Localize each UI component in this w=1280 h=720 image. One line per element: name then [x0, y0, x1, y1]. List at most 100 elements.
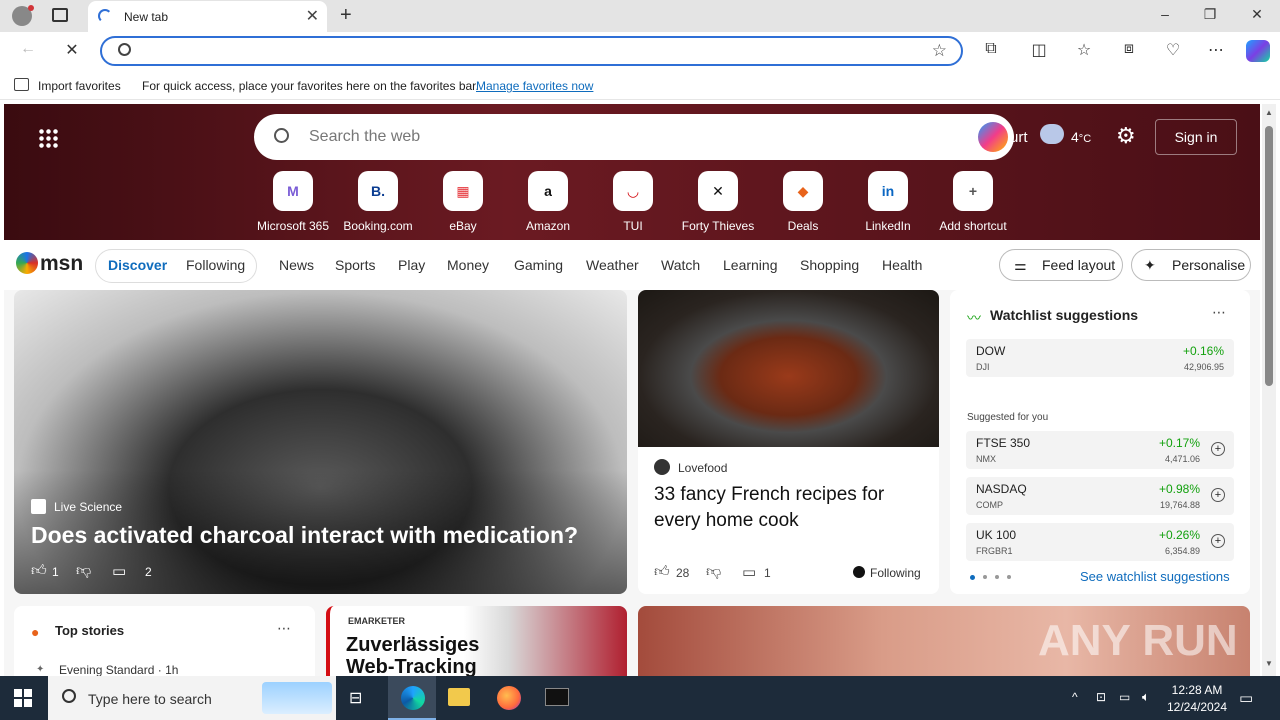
edge-taskbar-icon[interactable]: [388, 676, 436, 720]
favorite-star-icon[interactable]: ☆: [932, 41, 947, 61]
carousel-dot[interactable]: [995, 575, 999, 579]
clock-date[interactable]: 12/24/2024: [1162, 700, 1232, 714]
hero-news-card[interactable]: Live Science Does activated charcoal int…: [14, 290, 627, 594]
back-icon[interactable]: ←: [17, 40, 39, 58]
shortcut-ebay[interactable]: ▦ eBay: [420, 171, 506, 233]
taskbar-search-box[interactable]: Type here to search: [48, 676, 336, 720]
shortcut-booking-com[interactable]: B. Booking.com: [335, 171, 421, 233]
tab-discover[interactable]: Discover: [108, 257, 167, 273]
nav-weather[interactable]: Weather: [586, 257, 639, 273]
following-label[interactable]: Following: [870, 566, 921, 580]
add-to-watchlist-icon[interactable]: +: [1211, 488, 1225, 502]
task-view-icon[interactable]: ⊟: [349, 688, 362, 708]
watchlist-main-row[interactable]: DOW DJI +0.16% 42,906.95: [966, 339, 1234, 377]
page-scrollbar[interactable]: ▲ ▼: [1262, 104, 1276, 676]
food-news-card[interactable]: Lovefood 33 fancy French recipes for eve…: [638, 290, 939, 594]
nav-sports[interactable]: Sports: [335, 257, 375, 273]
nav-shopping[interactable]: Shopping: [800, 257, 859, 273]
favorites-icon[interactable]: ☆: [1073, 40, 1095, 60]
web-search-box[interactable]: Search the web: [254, 114, 1014, 160]
weather-location[interactable]: urt: [1010, 129, 1028, 146]
tray-chevron-icon[interactable]: ^: [1072, 690, 1078, 704]
notifications-icon[interactable]: ▭: [1239, 689, 1253, 707]
scroll-down-arrow[interactable]: ▼: [1265, 659, 1273, 668]
nav-news[interactable]: News: [279, 257, 314, 273]
extensions-icon[interactable]: ⧉: [980, 40, 1002, 58]
carousel-dot[interactable]: [983, 575, 987, 579]
like-icon[interactable]: 👍︎: [654, 563, 670, 581]
firefox-icon[interactable]: [497, 686, 521, 710]
shortcut-linkedin[interactable]: in LinkedIn: [845, 171, 931, 233]
more-options-icon[interactable]: ⋯: [277, 620, 291, 637]
dislike-icon[interactable]: 👎︎: [706, 563, 721, 581]
story-source[interactable]: Evening Standard · 1h: [59, 663, 178, 676]
carousel-dots[interactable]: [970, 575, 1011, 581]
sign-in-button[interactable]: Sign in: [1155, 119, 1237, 155]
nav-learning[interactable]: Learning: [723, 257, 778, 273]
tab-new-tab[interactable]: New tab ✕: [88, 1, 327, 32]
import-favorites-button[interactable]: Import favorites: [38, 79, 121, 93]
news-image-card[interactable]: ANY RUN: [638, 606, 1250, 676]
shortcut-deals[interactable]: ◆ Deals: [760, 171, 846, 233]
ad-card[interactable]: EMARKETER Zuverlässiges Web-Tracking: [326, 606, 627, 676]
card-title[interactable]: 33 fancy French recipes for every home c…: [654, 482, 924, 534]
nav-gaming[interactable]: Gaming: [514, 257, 563, 273]
close-tab-icon[interactable]: ✕: [306, 6, 319, 26]
carousel-dot[interactable]: [1007, 575, 1011, 579]
shortcut-add-shortcut[interactable]: + Add shortcut: [930, 171, 1016, 233]
shortcut-amazon[interactable]: a Amazon: [505, 171, 591, 233]
browser-essentials-icon[interactable]: ♡: [1162, 40, 1184, 60]
tab-following[interactable]: Following: [186, 257, 245, 273]
card-source[interactable]: Lovefood: [678, 461, 727, 475]
tray-device-icon[interactable]: ⊡: [1096, 690, 1106, 704]
shortcut-forty-thieves[interactable]: ✕ Forty Thieves: [675, 171, 761, 233]
scroll-thumb[interactable]: [1265, 126, 1273, 386]
msn-logo-icon[interactable]: [16, 252, 38, 274]
card-source[interactable]: Live Science: [54, 500, 122, 514]
nav-health[interactable]: Health: [882, 257, 922, 273]
watchlist-row[interactable]: FTSE 350 NMX +0.17% 4,471.06 +: [966, 431, 1234, 469]
personalise-button[interactable]: ✦ Personalise: [1131, 249, 1251, 281]
collections-icon[interactable]: ⧈: [1118, 40, 1140, 58]
dislike-icon[interactable]: 👎︎: [76, 562, 91, 580]
shortcut-microsoft-365[interactable]: M Microsoft 365: [250, 171, 336, 233]
carousel-dot[interactable]: [970, 575, 975, 580]
nav-watch[interactable]: Watch: [661, 257, 700, 273]
comment-icon[interactable]: ▭: [742, 563, 756, 581]
split-screen-icon[interactable]: ◫: [1028, 40, 1050, 60]
watchlist-row[interactable]: UK 100 FRGBR1 +0.26% 6,354.89 +: [966, 523, 1234, 561]
new-tab-icon[interactable]: +: [340, 4, 352, 27]
volume-icon[interactable]: 🔈︎: [1142, 689, 1150, 705]
nav-play[interactable]: Play: [398, 257, 425, 273]
manage-favorites-link[interactable]: Manage favorites now: [476, 79, 593, 93]
temperature[interactable]: 4°C: [1071, 129, 1091, 145]
settings-gear-icon[interactable]: ⚙: [1116, 123, 1136, 149]
network-icon[interactable]: ▭: [1119, 690, 1130, 704]
feed-layout-button[interactable]: ⚌ Feed layout: [999, 249, 1123, 281]
watchlist-row[interactable]: NASDAQ COMP +0.98% 19,764.88 +: [966, 477, 1234, 515]
scroll-up-arrow[interactable]: ▲: [1265, 108, 1273, 117]
minimize-icon[interactable]: –: [1155, 6, 1175, 22]
add-to-watchlist-icon[interactable]: +: [1211, 442, 1225, 456]
apps-grid-icon[interactable]: [38, 128, 58, 148]
import-favorites-icon[interactable]: [14, 78, 29, 91]
address-bar[interactable]: ☆: [100, 36, 963, 66]
terminal-icon[interactable]: [545, 688, 569, 706]
clock-time[interactable]: 12:28 AM: [1168, 683, 1226, 697]
comment-icon[interactable]: ▭: [112, 562, 126, 580]
settings-more-icon[interactable]: ⋯: [1205, 40, 1227, 60]
add-to-watchlist-icon[interactable]: +: [1211, 534, 1225, 548]
tab-actions-icon[interactable]: [52, 8, 68, 22]
copilot-icon[interactable]: [1246, 40, 1270, 62]
msn-logo[interactable]: msn: [40, 252, 83, 276]
shortcut-tui[interactable]: ◡ TUI: [590, 171, 676, 233]
nav-money[interactable]: Money: [447, 257, 489, 273]
see-watchlist-link[interactable]: See watchlist suggestions: [1080, 569, 1230, 584]
restore-icon[interactable]: ❐: [1200, 6, 1220, 23]
card-title[interactable]: Does activated charcoal interact with me…: [31, 522, 578, 549]
start-windows-icon[interactable]: [14, 689, 32, 707]
more-options-icon[interactable]: ⋯: [1212, 304, 1226, 321]
copilot-search-icon[interactable]: [978, 122, 1008, 152]
file-explorer-icon[interactable]: [448, 688, 470, 706]
like-icon[interactable]: 👍︎: [31, 562, 47, 580]
